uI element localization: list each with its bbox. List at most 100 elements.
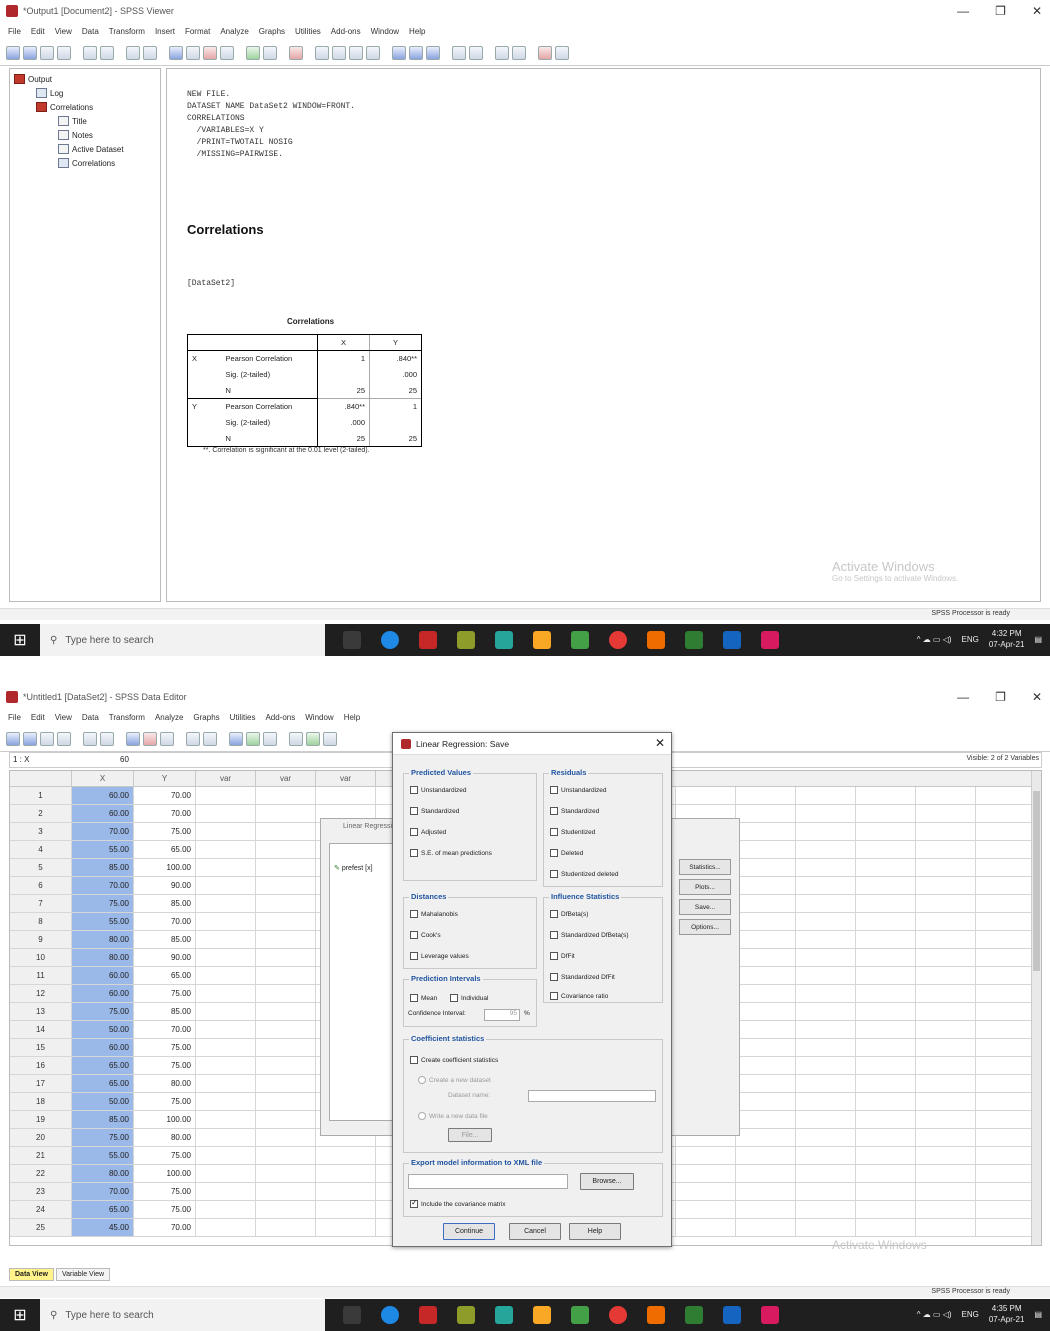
empty-cell[interactable] bbox=[796, 1111, 856, 1129]
options-button[interactable]: Options... bbox=[679, 919, 731, 935]
minimize-icon[interactable]: — bbox=[957, 4, 969, 18]
vertical-scrollbar[interactable] bbox=[1031, 771, 1041, 1245]
data-cell-y[interactable]: 75.00 bbox=[134, 1201, 196, 1219]
confidence-interval-input[interactable]: 95 bbox=[484, 1009, 520, 1021]
data-cell-y[interactable]: 100.00 bbox=[134, 1111, 196, 1129]
menu-transform[interactable]: Transform bbox=[109, 27, 145, 36]
data-cell-y[interactable]: 65.00 bbox=[134, 841, 196, 859]
empty-cell[interactable] bbox=[916, 931, 976, 949]
tray-icons[interactable]: ^ ☁ ▭ ◁) bbox=[917, 1310, 952, 1319]
empty-cell[interactable] bbox=[256, 1147, 316, 1165]
empty-cell[interactable] bbox=[256, 1183, 316, 1201]
empty-cell[interactable] bbox=[976, 1111, 1036, 1129]
data-cell-y[interactable]: 70.00 bbox=[134, 913, 196, 931]
menu-file[interactable]: File bbox=[8, 713, 21, 722]
row-header[interactable]: 1 bbox=[10, 787, 72, 805]
data-cell-x[interactable]: 60.00 bbox=[72, 985, 134, 1003]
residual-studentized-checkbox[interactable]: Studentized bbox=[550, 828, 595, 836]
data-cell-x[interactable]: 70.00 bbox=[72, 823, 134, 841]
empty-cell[interactable] bbox=[196, 877, 256, 895]
empty-cell[interactable] bbox=[856, 1183, 916, 1201]
empty-cell[interactable] bbox=[976, 1201, 1036, 1219]
data-cell-y[interactable]: 65.00 bbox=[134, 967, 196, 985]
empty-cell[interactable] bbox=[736, 1075, 796, 1093]
scrollbar-thumb[interactable] bbox=[1033, 791, 1040, 971]
recall-dialog-icon[interactable] bbox=[57, 731, 71, 746]
file-explorer-icon[interactable] bbox=[533, 631, 551, 649]
row-header[interactable]: 17 bbox=[10, 1075, 72, 1093]
recall-dialog-icon[interactable] bbox=[100, 45, 114, 60]
row-header[interactable]: 3 bbox=[10, 823, 72, 841]
covariance-ratio-checkbox[interactable]: Covariance ratio bbox=[550, 992, 608, 1000]
data-cell-x[interactable]: 50.00 bbox=[72, 1093, 134, 1111]
maximize-icon[interactable]: ❐ bbox=[995, 4, 1006, 18]
correlations-table[interactable]: X Y X Pearson Correlation 1 .840** Sig. … bbox=[187, 334, 422, 447]
minus-icon[interactable] bbox=[469, 45, 483, 60]
empty-cell[interactable] bbox=[796, 967, 856, 985]
xml-file-input[interactable] bbox=[408, 1174, 568, 1189]
empty-cell[interactable] bbox=[256, 1129, 316, 1147]
empty-cell[interactable] bbox=[976, 931, 1036, 949]
continue-button[interactable]: Continue bbox=[443, 1223, 495, 1240]
predicted-standardized-checkbox[interactable]: Standardized bbox=[410, 807, 459, 815]
print-preview-icon[interactable] bbox=[57, 45, 71, 60]
menu-graphs[interactable]: Graphs bbox=[259, 27, 285, 36]
empty-cell[interactable] bbox=[916, 1201, 976, 1219]
app-icon[interactable] bbox=[457, 1306, 475, 1324]
empty-cell[interactable] bbox=[916, 1075, 976, 1093]
empty-cell[interactable] bbox=[976, 877, 1036, 895]
app-icon[interactable] bbox=[457, 631, 475, 649]
empty-cell[interactable] bbox=[796, 787, 856, 805]
menu-window[interactable]: Window bbox=[371, 27, 399, 36]
row-header[interactable]: 8 bbox=[10, 913, 72, 931]
data-cell-y[interactable]: 70.00 bbox=[134, 787, 196, 805]
empty-cell[interactable] bbox=[796, 877, 856, 895]
empty-cell[interactable] bbox=[856, 913, 916, 931]
data-cell-y[interactable]: 85.00 bbox=[134, 1003, 196, 1021]
data-cell-x[interactable]: 55.00 bbox=[72, 913, 134, 931]
empty-cell[interactable] bbox=[856, 805, 916, 823]
data-cell-x[interactable]: 65.00 bbox=[72, 1075, 134, 1093]
data-cell-y[interactable]: 85.00 bbox=[134, 931, 196, 949]
empty-cell[interactable] bbox=[256, 949, 316, 967]
empty-cell[interactable] bbox=[196, 1111, 256, 1129]
empty-cell[interactable] bbox=[856, 1057, 916, 1075]
word-icon[interactable] bbox=[723, 631, 741, 649]
empty-cell[interactable] bbox=[256, 1075, 316, 1093]
row-header[interactable]: 13 bbox=[10, 1003, 72, 1021]
word-icon[interactable] bbox=[723, 1306, 741, 1324]
menu-addons[interactable]: Add-ons bbox=[265, 713, 295, 722]
empty-cell[interactable] bbox=[976, 1003, 1036, 1021]
row-header[interactable]: 25 bbox=[10, 1219, 72, 1237]
empty-cell[interactable] bbox=[196, 1219, 256, 1237]
empty-cell[interactable] bbox=[196, 859, 256, 877]
empty-cell[interactable] bbox=[856, 877, 916, 895]
empty-cell[interactable] bbox=[916, 1183, 976, 1201]
file-explorer-icon[interactable] bbox=[533, 1306, 551, 1324]
row-header[interactable]: 2 bbox=[10, 805, 72, 823]
save-button[interactable]: Save... bbox=[679, 899, 731, 915]
empty-cell[interactable] bbox=[736, 877, 796, 895]
tray-icons[interactable]: ^ ☁ ▭ ◁) bbox=[917, 635, 952, 644]
cooks-checkbox[interactable]: Cook's bbox=[410, 931, 441, 939]
empty-cell[interactable] bbox=[916, 1111, 976, 1129]
empty-cell[interactable] bbox=[916, 787, 976, 805]
data-cell-y[interactable]: 75.00 bbox=[134, 1039, 196, 1057]
menu-view[interactable]: View bbox=[55, 713, 72, 722]
close-icon[interactable]: ✕ bbox=[655, 736, 665, 750]
menu-utilities[interactable]: Utilities bbox=[230, 713, 256, 722]
empty-cell[interactable] bbox=[796, 1219, 856, 1237]
empty-cell[interactable] bbox=[976, 823, 1036, 841]
empty-cell[interactable] bbox=[196, 823, 256, 841]
empty-cell[interactable] bbox=[736, 787, 796, 805]
menu-data[interactable]: Data bbox=[82, 27, 99, 36]
empty-cell[interactable] bbox=[736, 1201, 796, 1219]
mahalanobis-checkbox[interactable]: Mahalanobis bbox=[410, 910, 458, 918]
empty-cell[interactable] bbox=[676, 1147, 736, 1165]
empty-cell[interactable] bbox=[196, 841, 256, 859]
empty-cell[interactable] bbox=[736, 1057, 796, 1075]
data-cell-y[interactable]: 75.00 bbox=[134, 1147, 196, 1165]
empty-cell[interactable] bbox=[916, 1057, 976, 1075]
empty-cell[interactable] bbox=[916, 1003, 976, 1021]
empty-cell[interactable] bbox=[796, 931, 856, 949]
